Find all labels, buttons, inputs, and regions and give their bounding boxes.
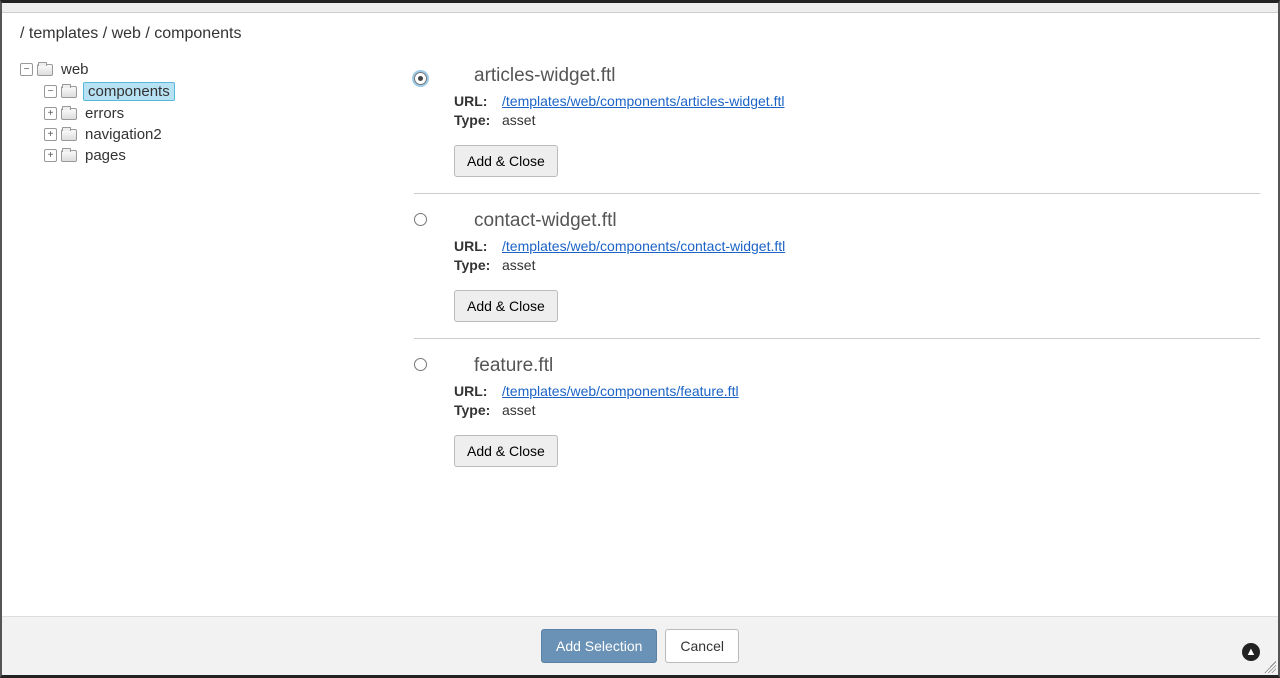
tree-label: pages — [83, 147, 128, 164]
tree-label: navigation2 — [83, 126, 164, 143]
expand-icon[interactable]: + — [44, 128, 57, 141]
add-selection-button[interactable]: Add Selection — [541, 629, 657, 663]
expand-icon[interactable]: + — [44, 107, 57, 120]
top-bar-strip — [2, 3, 1278, 13]
add-and-close-button[interactable]: Add & Close — [454, 145, 558, 177]
folder-icon — [61, 86, 77, 98]
tree-item-components[interactable]: − components — [44, 80, 394, 103]
item-title: contact-widget.ftl — [474, 210, 617, 232]
type-label: Type: — [454, 402, 502, 418]
tree-label: components — [83, 82, 175, 101]
results-list: articles-widget.ftl URL: /templates/web/… — [402, 49, 1278, 616]
tree-item-pages[interactable]: + pages — [44, 145, 394, 166]
item-url-link[interactable]: /templates/web/components/articles-widge… — [502, 93, 784, 109]
resize-grip-icon[interactable] — [1264, 661, 1276, 673]
item-url-link[interactable]: /templates/web/components/contact-widget… — [502, 238, 785, 254]
list-item: articles-widget.ftl URL: /templates/web/… — [414, 49, 1260, 194]
folder-icon — [37, 64, 53, 76]
folder-icon — [61, 129, 77, 141]
add-and-close-button[interactable]: Add & Close — [454, 290, 558, 322]
list-item: contact-widget.ftl URL: /templates/web/c… — [414, 194, 1260, 339]
type-label: Type: — [454, 257, 502, 273]
cancel-button[interactable]: Cancel — [665, 629, 739, 663]
back-to-top-icon[interactable]: ▲ — [1242, 643, 1260, 661]
select-radio[interactable] — [414, 358, 427, 371]
add-and-close-button[interactable]: Add & Close — [454, 435, 558, 467]
folder-icon — [61, 108, 77, 120]
list-item: feature.ftl URL: /templates/web/componen… — [414, 339, 1260, 483]
item-title: articles-widget.ftl — [474, 65, 616, 87]
collapse-icon[interactable]: − — [20, 63, 33, 76]
type-label: Type: — [454, 112, 502, 128]
tree-item-web[interactable]: − web — [20, 59, 394, 80]
url-label: URL: — [454, 238, 502, 254]
item-type-value: asset — [502, 402, 535, 418]
tree-item-navigation2[interactable]: + navigation2 — [44, 124, 394, 145]
dialog-footer: Add Selection Cancel ▲ — [2, 616, 1278, 675]
item-title: feature.ftl — [474, 355, 553, 377]
item-url-link[interactable]: /templates/web/components/feature.ftl — [502, 383, 739, 399]
collapse-icon[interactable]: − — [44, 85, 57, 98]
tree-item-errors[interactable]: + errors — [44, 103, 394, 124]
url-label: URL: — [454, 383, 502, 399]
tree-label: errors — [83, 105, 126, 122]
folder-tree: − web − components + — [2, 49, 402, 616]
folder-icon — [61, 150, 77, 162]
breadcrumb: / templates / web / components — [2, 13, 1278, 49]
url-label: URL: — [454, 93, 502, 109]
select-radio[interactable] — [414, 213, 427, 226]
item-type-value: asset — [502, 112, 535, 128]
expand-icon[interactable]: + — [44, 149, 57, 162]
select-radio[interactable] — [414, 72, 427, 85]
item-type-value: asset — [502, 257, 535, 273]
tree-label: web — [59, 61, 91, 78]
